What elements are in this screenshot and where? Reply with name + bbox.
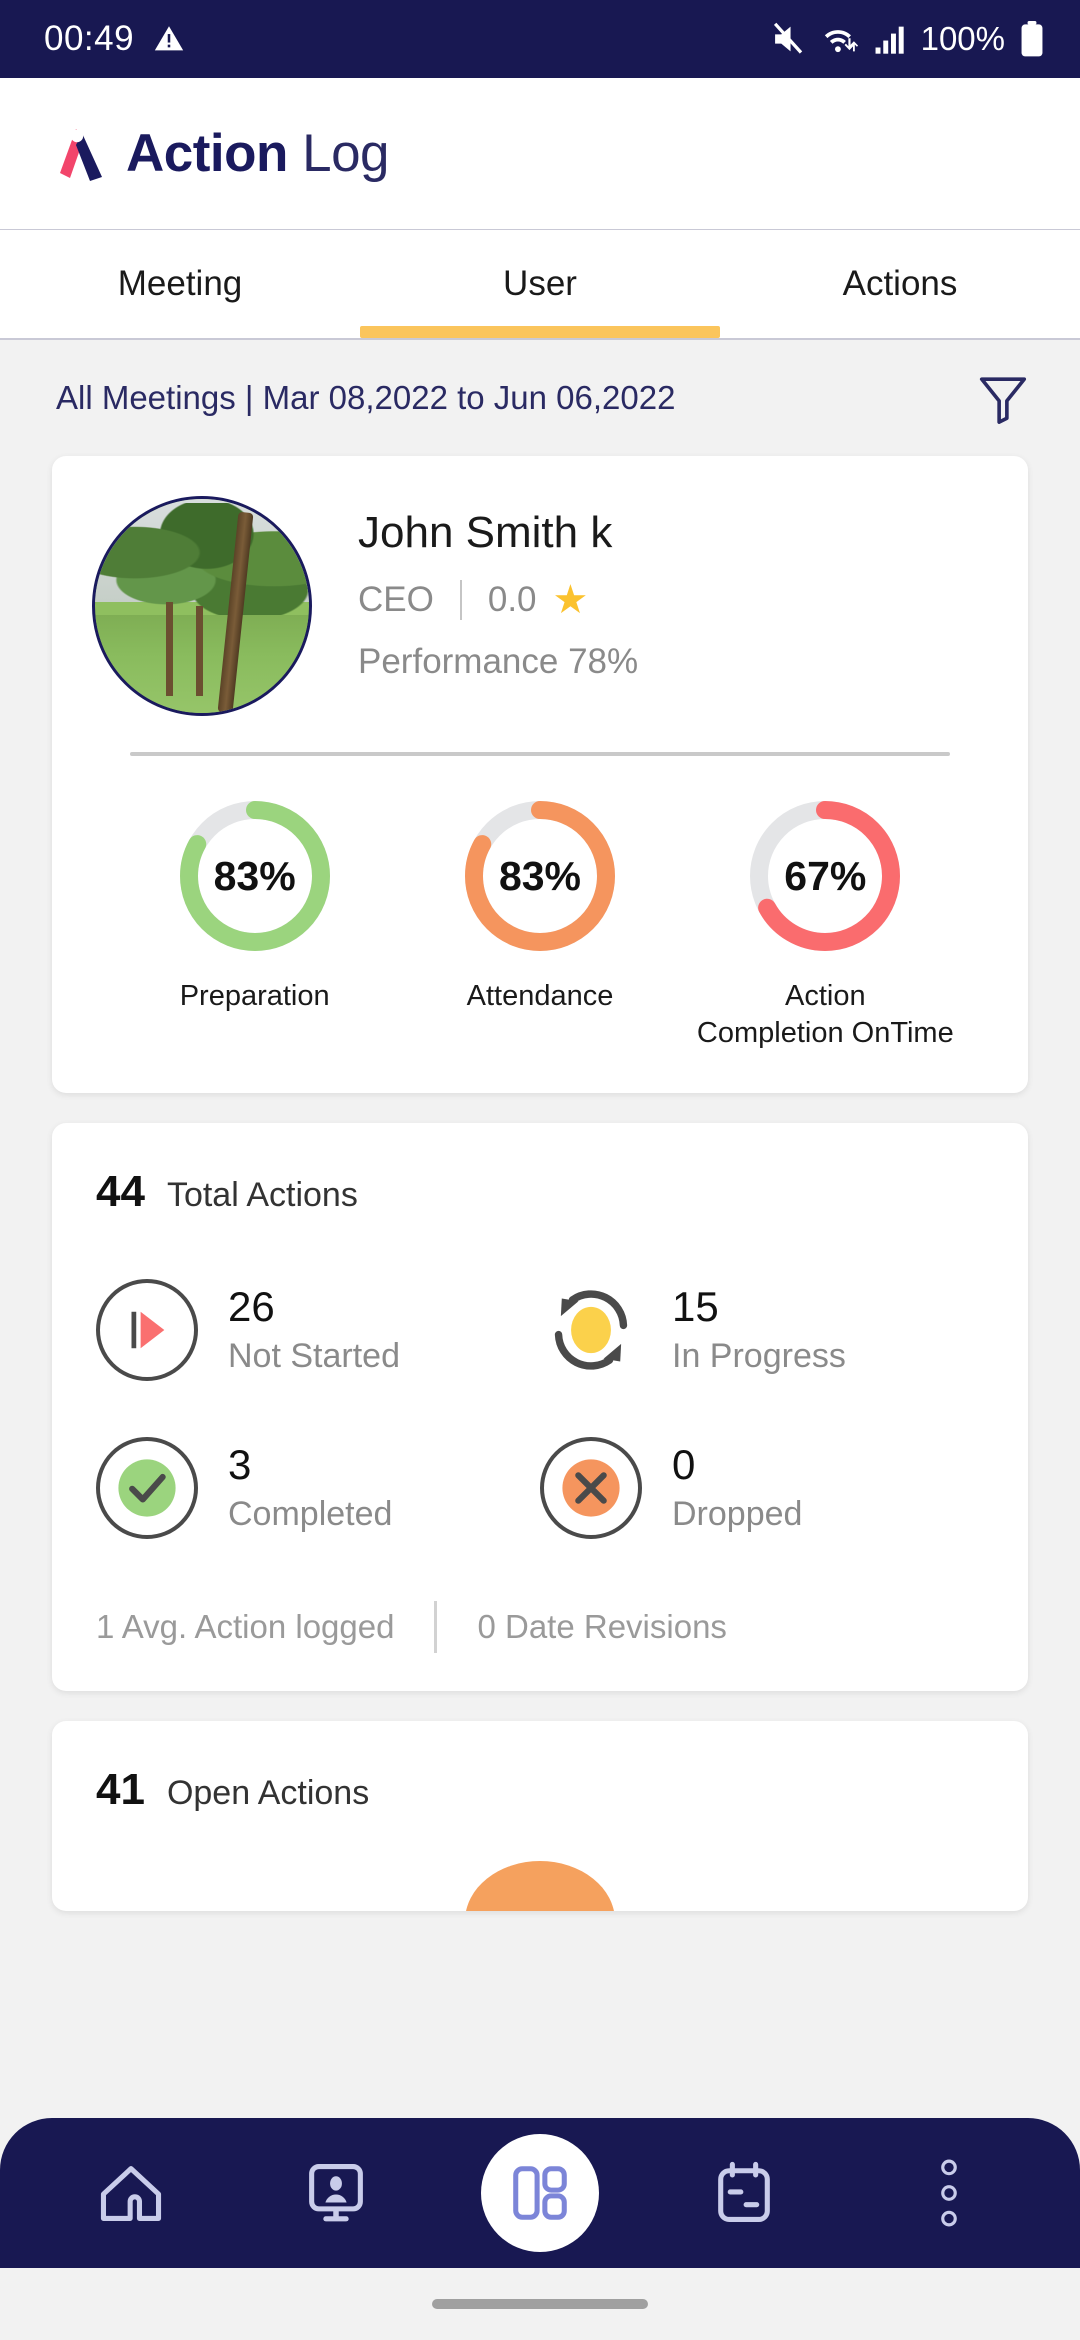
- gauge-preparation-ring: 83%: [175, 796, 335, 956]
- stat-completed[interactable]: 3 Completed: [96, 1437, 540, 1540]
- gauge-preparation: 83% Preparation: [112, 796, 397, 1051]
- gauge-action-completion-value: 67%: [784, 852, 867, 899]
- stat-dropped-count: 0: [672, 1440, 696, 1488]
- stat-in-progress-count: 15: [672, 1282, 719, 1330]
- bottom-nav: [0, 2118, 1080, 2268]
- profile-top-row: John Smith k CEO 0.0 ★ Performance 78%: [92, 496, 988, 716]
- nav-item-monitor[interactable]: [276, 2133, 396, 2253]
- gauge-row: 83% Preparation 83% Attendance 67% Actio…: [92, 756, 988, 1059]
- date-revisions: 0 Date Revisions: [477, 1608, 727, 1646]
- tab-meeting[interactable]: Meeting: [0, 230, 360, 338]
- tab-meeting-label: Meeting: [117, 264, 243, 303]
- stat-in-progress[interactable]: 15 In Progress: [540, 1279, 984, 1381]
- tab-actions-label: Actions: [842, 264, 958, 303]
- status-bar: 00:49 100%: [0, 0, 1080, 78]
- footer-divider: [434, 1601, 438, 1654]
- close-icon: [540, 1437, 642, 1540]
- nav-item-home[interactable]: [71, 2133, 191, 2253]
- meta-divider: [459, 580, 462, 620]
- gauge-action-completion-label: Action Completion OnTime: [697, 978, 954, 1051]
- stat-completed-label: Completed: [228, 1494, 393, 1533]
- stat-completed-count: 3: [228, 1440, 252, 1488]
- gesture-bar-area: [0, 2268, 1080, 2340]
- avatar[interactable]: [92, 496, 312, 716]
- logo-title-light: Log: [302, 124, 390, 183]
- stat-not-started-text: 26 Not Started: [228, 1282, 400, 1376]
- star-icon: ★: [552, 578, 589, 622]
- tab-active-underline: [360, 326, 720, 338]
- action-log-logo-icon: [56, 125, 108, 183]
- gauge-action-completion-ring: 67%: [745, 796, 905, 956]
- battery-icon: [1021, 20, 1043, 57]
- status-bar-right: 100%: [770, 20, 1046, 58]
- avg-action-logged: 1 Avg. Action logged: [96, 1608, 395, 1646]
- stat-in-progress-text: 15 In Progress: [672, 1282, 846, 1376]
- gauge-attendance-ring: 83%: [460, 796, 620, 956]
- stat-dropped[interactable]: 0 Dropped: [540, 1437, 984, 1540]
- tab-bar: Meeting User Actions: [0, 230, 1080, 340]
- profile-rating: 0.0: [487, 580, 537, 619]
- wifi-icon: [824, 30, 858, 53]
- open-actions-chart-partial: [465, 1861, 615, 1912]
- profile-meta: CEO 0.0 ★: [358, 580, 638, 620]
- total-actions-card: 44 Total Actions 26 Not Started 15 In Pr…: [52, 1123, 1028, 1692]
- open-actions-card: 41 Open Actions: [52, 1721, 1028, 1912]
- stat-completed-text: 3 Completed: [228, 1440, 393, 1534]
- profile-name: John Smith k: [358, 508, 613, 557]
- nav-item-calendar[interactable]: [684, 2133, 804, 2253]
- open-actions-label: Open Actions: [166, 1774, 370, 1813]
- gauge-attendance-value: 83%: [498, 852, 582, 899]
- more-vertical-icon: [941, 2159, 958, 2227]
- page-title: Action Log: [126, 123, 390, 184]
- open-actions-count: 41: [96, 1765, 145, 1815]
- logo-title-bold: Action: [126, 124, 288, 183]
- user-monitor-icon: [308, 2163, 363, 2222]
- filter-range-text[interactable]: All Meetings | Mar 08,2022 to Jun 06,202…: [56, 379, 675, 417]
- tab-actions[interactable]: Actions: [720, 230, 1080, 338]
- dashboard-icon: [513, 2166, 567, 2220]
- filter-bar: All Meetings | Mar 08,2022 to Jun 06,202…: [0, 340, 1080, 456]
- status-stat-grid: 26 Not Started 15 In Progress 3 Complete…: [96, 1279, 984, 1540]
- gauge-attendance-label: Attendance: [466, 980, 614, 1012]
- warning-triangle-icon: [154, 26, 184, 51]
- check-icon: [96, 1437, 198, 1540]
- play-icon: [96, 1279, 198, 1382]
- stat-dropped-text: 0 Dropped: [672, 1440, 803, 1534]
- open-actions-header: 41 Open Actions: [96, 1765, 984, 1815]
- actions-footer-row: 1 Avg. Action logged 0 Date Revisions: [96, 1601, 984, 1654]
- gauge-attendance: 83% Attendance: [397, 796, 682, 1051]
- stat-in-progress-label: In Progress: [672, 1336, 846, 1375]
- profile-card: John Smith k CEO 0.0 ★ Performance 78% 8…: [52, 456, 1028, 1094]
- app-header: Action Log: [0, 78, 1080, 230]
- tab-user[interactable]: User: [360, 230, 720, 338]
- nav-item-more[interactable]: [889, 2133, 1009, 2253]
- stat-not-started-count: 26: [228, 1282, 275, 1330]
- gauge-preparation-label: Preparation: [179, 980, 330, 1012]
- total-actions-header: 44 Total Actions: [96, 1167, 984, 1217]
- gesture-bar[interactable]: [432, 2299, 648, 2309]
- mute-icon: [773, 22, 802, 54]
- stat-dropped-label: Dropped: [672, 1494, 803, 1533]
- battery-percent: 100%: [920, 20, 1005, 57]
- stat-not-started[interactable]: 26 Not Started: [96, 1279, 540, 1382]
- status-clock: 00:49: [44, 19, 135, 58]
- home-icon: [100, 2166, 161, 2221]
- nav-item-dashboard[interactable]: [480, 2134, 599, 2252]
- profile-info: John Smith k CEO 0.0 ★ Performance 78%: [358, 496, 638, 682]
- gauge-action-label-line2: Completion OnTime: [696, 1016, 954, 1049]
- status-bar-left: 00:49: [44, 19, 186, 59]
- refresh-icon: [540, 1279, 642, 1381]
- signal-bars-icon: [875, 26, 904, 54]
- total-actions-label: Total Actions: [166, 1176, 358, 1215]
- profile-role: CEO: [358, 580, 434, 619]
- calendar-icon: [718, 2161, 770, 2223]
- gauge-action-completion: 67% Action Completion OnTime: [683, 796, 968, 1051]
- total-actions-count: 44: [96, 1167, 145, 1217]
- funnel-filter-icon[interactable]: [974, 369, 1032, 427]
- profile-performance: Performance 78%: [358, 642, 639, 681]
- tab-user-label: User: [503, 264, 577, 303]
- gauge-preparation-value: 83%: [213, 852, 296, 899]
- stat-not-started-label: Not Started: [228, 1336, 400, 1375]
- gauge-action-label-line1: Action: [785, 980, 866, 1012]
